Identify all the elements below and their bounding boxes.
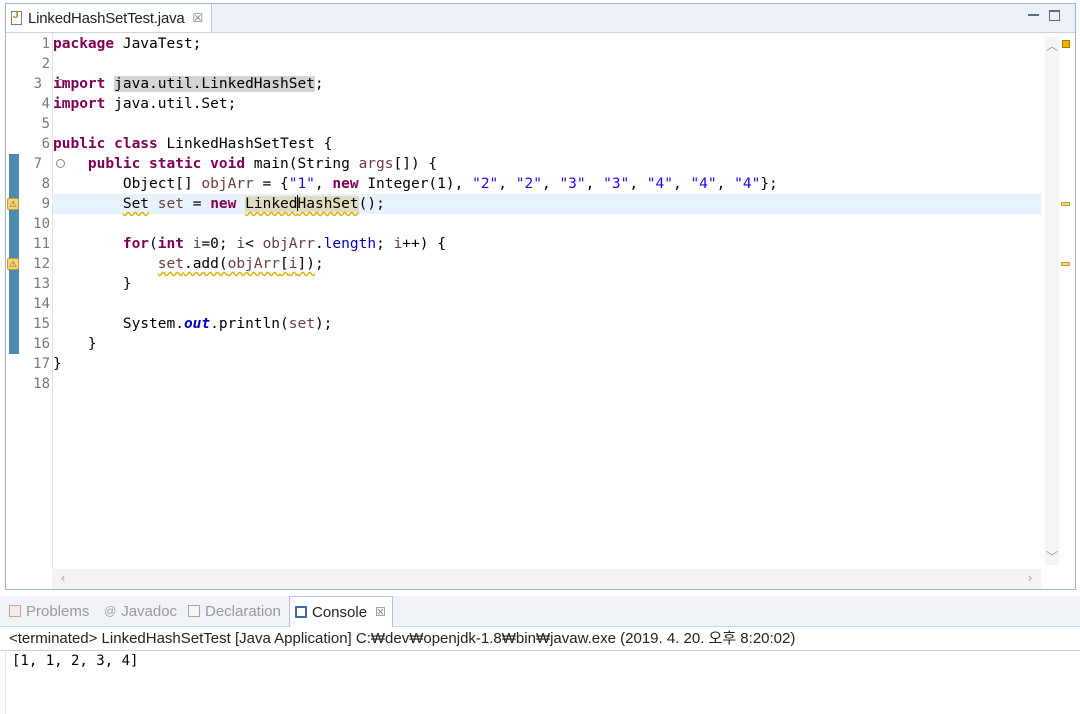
tab-declaration[interactable]: Declaration xyxy=(188,596,288,626)
overview-warning-mark[interactable] xyxy=(1061,202,1070,206)
line-number-gutter: 1 2 3 4 5 6 7 8 9 10 11 12 13 14 15 16 1… xyxy=(20,33,65,569)
code-line-6: public class LinkedHashSetTest { xyxy=(53,136,333,152)
tab-console[interactable]: Console ☒ xyxy=(289,596,393,627)
close-icon[interactable]: ☒ xyxy=(193,11,204,25)
line-number: 15 xyxy=(33,316,50,332)
code-text-area[interactable]: package JavaTest; import java.util.Linke… xyxy=(52,33,1041,569)
line-number: 6 xyxy=(41,136,50,152)
warning-icon[interactable]: ⚠ xyxy=(7,258,19,270)
editor-tab-bar: LinkedHashSetTest.java ☒ xyxy=(6,4,1075,33)
scroll-down-icon[interactable]: ﹀ xyxy=(1045,548,1059,565)
javadoc-icon: @ xyxy=(104,604,117,618)
editor-tab-label: LinkedHashSetTest.java xyxy=(28,9,185,27)
code-line-11: for(int i=0; i< objArr.length; i++) { xyxy=(122,236,446,252)
console-divider xyxy=(0,650,1080,651)
overview-warning-mark[interactable] xyxy=(1061,262,1070,266)
code-line-8: Object[] objArr = {"1", new Integer(1), … xyxy=(53,176,778,192)
java-file-icon xyxy=(11,10,22,25)
line-number: 18 xyxy=(33,376,50,392)
panel-tab-bar: Problems @ Javadoc Declaration Console ☒ xyxy=(0,596,1080,627)
scroll-up-icon[interactable]: ︿ xyxy=(1045,37,1059,54)
scroll-left-icon[interactable]: ‹ xyxy=(56,571,70,585)
line-number: 13 xyxy=(33,276,50,292)
code-line-15: System.out.println(set); xyxy=(53,316,333,332)
code-line-3: import java.util.LinkedHashSet; xyxy=(53,76,324,92)
line-number: 16 xyxy=(33,336,50,352)
line-number: 12 xyxy=(33,256,50,272)
code-line-1: package JavaTest; xyxy=(53,36,202,52)
line-number: 11 xyxy=(33,236,50,252)
code-line-9: Set set = new LinkedHashSet(); xyxy=(122,195,385,212)
console-process-status: <terminated> LinkedHashSetTest [Java App… xyxy=(9,630,796,647)
problems-icon xyxy=(9,605,21,617)
line-number: 14 xyxy=(33,296,50,312)
overview-warning-summary-icon[interactable] xyxy=(1062,40,1070,48)
overview-ruler: ︿ ﹀ xyxy=(1041,33,1075,569)
code-line-13: } xyxy=(53,276,132,292)
line-number: 9 xyxy=(41,196,50,212)
code-line-17: } xyxy=(53,356,62,372)
line-number: 3 xyxy=(33,76,42,92)
line-number: 8 xyxy=(41,176,50,192)
console-frame xyxy=(5,650,6,714)
horizontal-scrollbar[interactable]: ‹ › xyxy=(52,569,1041,589)
code-line-16: } xyxy=(53,336,97,352)
tab-label: Declaration xyxy=(205,602,281,620)
declaration-icon xyxy=(188,605,200,617)
warning-icon[interactable]: ⚠ xyxy=(7,198,19,210)
line-number: 10 xyxy=(33,216,50,232)
line-number: 1 xyxy=(41,36,50,52)
tab-javadoc[interactable]: @ Javadoc xyxy=(104,596,184,626)
line-number: 2 xyxy=(41,56,50,72)
line-number: 4 xyxy=(41,96,50,112)
line-number: 5 xyxy=(41,116,50,132)
console-output[interactable]: [1, 1, 2, 3, 4] xyxy=(12,650,138,672)
editor-body: ⚠ ⚠ 1 2 3 4 5 6 7 8 9 10 11 12 13 14 15 … xyxy=(6,33,1075,569)
tab-problems[interactable]: Problems xyxy=(9,596,99,626)
line-number: 17 xyxy=(33,356,50,372)
code-line-4: import java.util.Set; xyxy=(53,96,237,112)
editor-pane: LinkedHashSetTest.java ☒ ⚠ ⚠ 1 2 3 4 5 6… xyxy=(5,3,1076,590)
scroll-right-icon[interactable]: › xyxy=(1023,571,1037,585)
vertical-scrollbar[interactable]: ︿ ﹀ xyxy=(1045,37,1059,565)
editor-tab-linkedhashsettest[interactable]: LinkedHashSetTest.java ☒ xyxy=(6,4,212,32)
tab-label: Javadoc xyxy=(121,602,178,620)
line-number: 7 xyxy=(33,156,42,172)
maximize-icon[interactable] xyxy=(1049,10,1060,21)
code-line-7: public static void main(String args[]) { xyxy=(87,156,438,172)
code-line-12: set.add(objArr[i]); xyxy=(157,256,324,272)
console-icon xyxy=(295,606,307,618)
tab-label: Console xyxy=(312,603,368,621)
tab-label: Problems xyxy=(26,602,90,620)
annotation-ruler: ⚠ ⚠ xyxy=(6,33,20,569)
minimize-icon[interactable] xyxy=(1028,10,1039,16)
quick-diff-change-bar xyxy=(9,154,19,354)
close-icon[interactable]: ☒ xyxy=(375,605,386,619)
